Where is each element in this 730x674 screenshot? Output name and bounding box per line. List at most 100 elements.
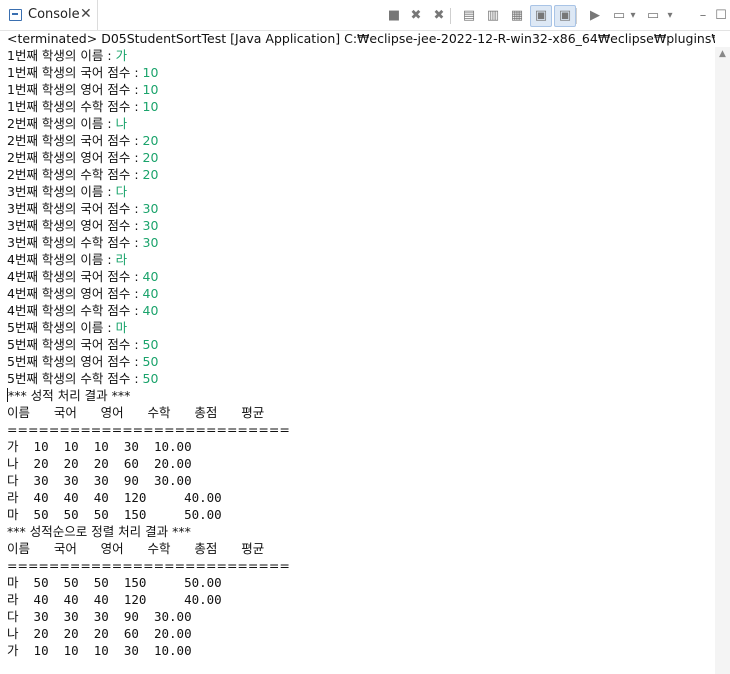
remove-all-icon[interactable]: ✖ — [428, 5, 450, 27]
vertical-scrollbar[interactable]: ▲ — [715, 47, 730, 674]
user-input-text: 마 — [115, 320, 128, 335]
show-on-stdout-icon[interactable]: ▣ — [530, 5, 552, 27]
user-input-text: 30 — [142, 218, 159, 233]
table-row: 가 10 10 10 30 10.00 — [7, 439, 192, 454]
console-line: 2번째 학생의 국어 점수 : 20 — [7, 132, 713, 149]
display-console-menu-icon[interactable]: ▾ — [627, 5, 639, 27]
prompt-text: 4번째 학생의 이름 : — [7, 252, 116, 267]
user-input-text: 라 — [115, 252, 128, 267]
console-line: 3번째 학생의 이름 : 다 — [7, 183, 713, 200]
result-title-text: *** 성적 처리 결과 *** — [8, 388, 131, 403]
user-input-text: 50 — [142, 354, 159, 369]
clear-console-icon[interactable]: ▤ — [458, 5, 480, 27]
console-line: 3번째 학생의 국어 점수 : 30 — [7, 200, 713, 217]
console-line: 3번째 학생의 영어 점수 : 30 — [7, 217, 713, 234]
prompt-text: 3번째 학생의 이름 : — [7, 184, 116, 199]
close-icon[interactable]: ✕ — [80, 6, 92, 22]
table-rule: =========================== — [7, 558, 290, 573]
table-row: 나 20 20 20 60 20.00 — [7, 456, 192, 471]
table-row: 나 20 20 20 60 20.00 — [7, 626, 192, 641]
word-wrap-icon[interactable]: ▦ — [506, 5, 528, 27]
prompt-text: 5번째 학생의 영어 점수 : — [7, 354, 143, 369]
scroll-up-arrow-icon[interactable]: ▲ — [715, 49, 730, 59]
console-line: 4번째 학생의 수학 점수 : 40 — [7, 302, 713, 319]
user-input-text: 30 — [142, 235, 159, 250]
prompt-text: 3번째 학생의 국어 점수 : — [7, 201, 143, 216]
console-line: 4번째 학생의 국어 점수 : 40 — [7, 268, 713, 285]
user-input-text: 10 — [142, 82, 159, 97]
table-row: 다 30 30 30 90 30.00 — [7, 609, 192, 624]
prompt-text: 2번째 학생의 영어 점수 : — [7, 150, 143, 165]
prompt-text: 4번째 학생의 수학 점수 : — [7, 303, 143, 318]
table-row: 라 40 40 40 120 40.00 — [7, 592, 222, 607]
user-input-text: 나 — [115, 116, 128, 131]
open-console-menu-icon[interactable]: ▾ — [664, 5, 676, 27]
user-input-text: 20 — [142, 167, 159, 182]
prompt-text: 2번째 학생의 국어 점수 : — [7, 133, 143, 148]
prompt-text: 5번째 학생의 수학 점수 : — [7, 371, 143, 386]
prompt-text: 1번째 학생의 영어 점수 : — [7, 82, 143, 97]
process-status: <terminated> D05StudentSortTest [Java Ap… — [7, 31, 715, 46]
toolbar-separator — [576, 8, 577, 24]
console-line: 2번째 학생의 수학 점수 : 20 — [7, 166, 713, 183]
user-input-text: 40 — [142, 303, 159, 318]
table-row: 가 10 10 10 30 10.00 — [7, 643, 192, 658]
console-line: 1번째 학생의 수학 점수 : 10 — [7, 98, 713, 115]
console-line: 5번째 학생의 이름 : 마 — [7, 319, 713, 336]
user-input-text: 40 — [142, 269, 159, 284]
toolbar-separator — [450, 8, 451, 24]
console-line: 2번째 학생의 이름 : 나 — [7, 115, 713, 132]
prompt-text: 2번째 학생의 수학 점수 : — [7, 167, 143, 182]
console-line: 2번째 학생의 영어 점수 : 20 — [7, 149, 713, 166]
prompt-text: 2번째 학생의 이름 : — [7, 116, 116, 131]
console-line: 1번째 학생의 국어 점수 : 10 — [7, 64, 713, 81]
console-line: 5번째 학생의 국어 점수 : 50 — [7, 336, 713, 353]
user-input-text: 10 — [142, 65, 159, 80]
prompt-text: 4번째 학생의 영어 점수 : — [7, 286, 143, 301]
view-tab-bar: Console ✕ ■ ✖ ✖ ▤ ▥ ▦ ▣ ▣ ▶ ▭ ▾ ▭ ▾ – ☐ — [0, 0, 730, 31]
table-row: 다 30 30 30 90 30.00 — [7, 473, 192, 488]
prompt-text: 3번째 학생의 수학 점수 : — [7, 235, 143, 250]
console-line: 5번째 학생의 영어 점수 : 50 — [7, 353, 713, 370]
user-input-text: 20 — [142, 133, 159, 148]
user-input-text: 50 — [142, 337, 159, 352]
prompt-text: 5번째 학생의 국어 점수 : — [7, 337, 143, 352]
table-row: 라 40 40 40 120 40.00 — [7, 490, 222, 505]
scroll-lock-icon[interactable]: ▥ — [482, 5, 504, 27]
sorted-result-title: *** 성적순으로 정렬 처리 결과 *** — [7, 524, 191, 539]
user-input-text: 가 — [115, 48, 128, 63]
table-header: 이름 국어 영어 수학 총점 평균 — [7, 405, 265, 420]
prompt-text: 4번째 학생의 국어 점수 : — [7, 269, 143, 284]
user-input-text: 10 — [142, 99, 159, 114]
console-line: 1번째 학생의 이름 : 가 — [7, 47, 713, 64]
table-row: 마 50 50 50 150 50.00 — [7, 507, 222, 522]
user-input-text: 40 — [142, 286, 159, 301]
prompt-text: 1번째 학생의 이름 : — [7, 48, 116, 63]
prompt-text: 1번째 학생의 국어 점수 : — [7, 65, 143, 80]
user-input-text: 30 — [142, 201, 159, 216]
console-line: 4번째 학생의 영어 점수 : 40 — [7, 285, 713, 302]
remove-launch-icon[interactable]: ✖ — [405, 5, 427, 27]
tab-console-label: Console — [28, 7, 80, 22]
table-rule: =========================== — [7, 422, 290, 437]
maximize-icon[interactable]: ☐ — [710, 5, 730, 27]
prompt-text: 3번째 학생의 영어 점수 : — [7, 218, 143, 233]
user-input-text: 다 — [115, 184, 128, 199]
prompt-text: 1번째 학생의 수학 점수 : — [7, 99, 143, 114]
user-input-text: 50 — [142, 371, 159, 386]
table-header: 이름 국어 영어 수학 총점 평균 — [7, 541, 265, 556]
console-icon — [9, 9, 22, 21]
pin-console-icon[interactable]: ▶ — [584, 5, 606, 27]
console-line: 3번째 학생의 수학 점수 : 30 — [7, 234, 713, 251]
console-line: 5번째 학생의 수학 점수 : 50 — [7, 370, 713, 387]
tab-console[interactable]: Console ✕ — [0, 0, 98, 30]
table-row: 마 50 50 50 150 50.00 — [7, 575, 222, 590]
result-title: *** 성적 처리 결과 *** — [7, 387, 713, 404]
console-line: 4번째 학생의 이름 : 라 — [7, 251, 713, 268]
console-output[interactable]: 1번째 학생의 이름 : 가 1번째 학생의 국어 점수 : 10 1번째 학생의 … — [7, 47, 713, 674]
open-console-icon[interactable]: ▭ — [642, 5, 664, 27]
user-input-text: 20 — [142, 150, 159, 165]
prompt-text: 5번째 학생의 이름 : — [7, 320, 116, 335]
show-on-stderr-icon[interactable]: ▣ — [554, 5, 576, 27]
terminate-icon[interactable]: ■ — [383, 5, 405, 27]
